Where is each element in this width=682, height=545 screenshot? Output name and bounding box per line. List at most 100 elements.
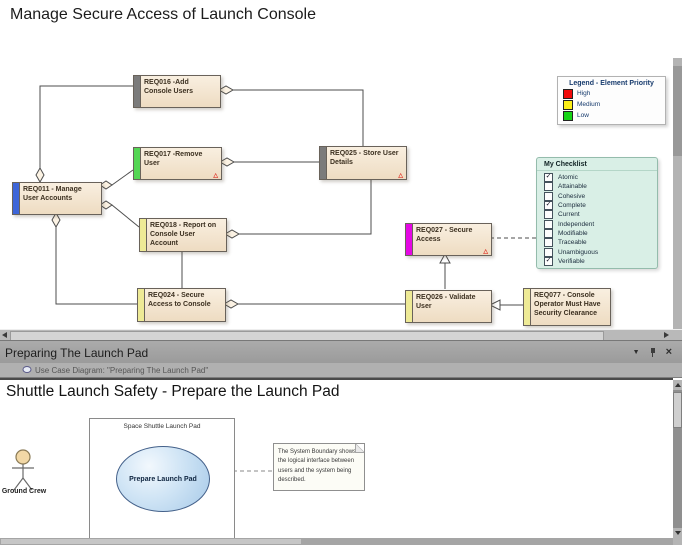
checklist-item: Traceable [544, 238, 657, 247]
note-element[interactable]: The System Boundary shows the logical in… [273, 443, 365, 491]
aggregation-diamond-icon [52, 213, 60, 227]
connector-line [233, 90, 363, 146]
legend-item: High [563, 89, 665, 98]
connector-req025-req016[interactable] [219, 86, 363, 146]
requirement-req018[interactable]: REQ018 - Report on Console User Account [139, 218, 227, 252]
scrollbar-corner [673, 538, 682, 545]
connector-line [239, 178, 371, 234]
scroll-up-arrow-icon[interactable] [673, 380, 682, 390]
connector-req024-req011[interactable] [52, 213, 137, 304]
scrollbar-thumb[interactable] [673, 392, 682, 428]
connector-req016-req011[interactable] [36, 86, 135, 182]
connector-req025-req017[interactable] [220, 158, 319, 166]
priority-color-bar [320, 147, 327, 179]
checklist-item-label: Current [558, 211, 580, 218]
use-case-ellipse[interactable]: Prepare Launch Pad [116, 446, 210, 512]
requirement-req026[interactable]: REQ026 - Validate User [405, 290, 492, 323]
warning-triangle-icon: △ [398, 172, 403, 179]
checklist-item-label: Complete [558, 202, 586, 209]
connector-line [56, 227, 137, 304]
scrollbar-thumb[interactable] [673, 66, 682, 156]
pin-icon[interactable] [649, 348, 657, 358]
breadcrumb-text: Use Case Diagram: "Preparing The Launch … [35, 366, 208, 375]
aggregation-diamond-icon [225, 230, 239, 238]
priority-color-bar [406, 291, 413, 322]
my-checklist-panel[interactable]: My Checklist ✓AtomicAttainableCohesive✓C… [536, 157, 658, 269]
top-vertical-scrollbar[interactable] [673, 58, 682, 329]
checked-checkbox[interactable]: ✓ [544, 201, 553, 210]
checklist-item-label: Cohesive [558, 193, 585, 200]
requirement-label: REQ027 - Secure Access [413, 224, 491, 255]
requirement-req017[interactable]: REQ017 -Remove User△ [133, 147, 222, 180]
unchecked-checkbox[interactable] [544, 210, 553, 219]
unchecked-checkbox[interactable] [544, 220, 553, 229]
scroll-left-arrow-icon[interactable] [2, 332, 7, 338]
chevron-down-icon[interactable]: ▼ [633, 349, 640, 356]
legend-color-swatch [563, 89, 573, 99]
checked-checkbox[interactable]: ✓ [544, 257, 553, 266]
priority-legend[interactable]: Legend - Element Priority High Medium Low [557, 76, 666, 125]
connector-req018-req011[interactable] [100, 201, 139, 227]
warning-triangle-icon: △ [213, 172, 218, 179]
connector-req017-req011[interactable] [100, 170, 133, 189]
unchecked-checkbox[interactable] [544, 238, 553, 247]
note-text: The System Boundary shows the logical in… [274, 444, 364, 485]
connector-req077-req026-generalization[interactable] [490, 300, 523, 310]
requirement-label: REQ025 - Store User Details [327, 147, 406, 179]
bottom-horizontal-scrollbar[interactable] [0, 538, 682, 545]
scroll-right-arrow-icon[interactable] [664, 332, 669, 338]
checklist-item-label: Independent [558, 221, 594, 228]
scrollbar-thumb[interactable] [1, 539, 301, 544]
breadcrumb: Use Case Diagram: "Preparing The Launch … [0, 363, 682, 378]
actor-head [16, 450, 30, 464]
aggregation-diamond-icon [220, 158, 234, 166]
checklist-item-label: Modifiable [558, 230, 588, 237]
checklist-item: Unambiguous [544, 247, 657, 256]
requirement-label: REQ077 - Console Operator Must Have Secu… [531, 289, 610, 325]
priority-color-bar [140, 219, 147, 251]
connector-req026-req024[interactable] [224, 300, 405, 308]
connector-line [112, 170, 133, 185]
scroll-down-arrow-icon[interactable] [673, 528, 682, 538]
application-window: Manage Secure Access of Launch Console [0, 0, 682, 545]
legend-item: Low [563, 111, 665, 120]
unchecked-checkbox[interactable] [544, 182, 553, 191]
priority-color-bar [13, 183, 20, 214]
connector-req026-req027-generalization[interactable] [440, 254, 450, 289]
bottom-diagram-title: Shuttle Launch Safety - Prepare the Laun… [6, 383, 339, 401]
requirement-req024[interactable]: REQ024 - Secure Access to Console [137, 288, 226, 322]
checklist-title: My Checklist [537, 158, 657, 171]
requirement-req077[interactable]: REQ077 - Console Operator Must Have Secu… [523, 288, 611, 326]
checked-checkbox[interactable]: ✓ [544, 173, 553, 182]
close-icon[interactable]: × [666, 347, 672, 358]
priority-color-bar [524, 289, 531, 325]
checklist-item-label: Attainable [558, 183, 587, 190]
system-boundary[interactable]: Space Shuttle Launch Pad Prepare Launch … [89, 418, 235, 541]
use-case-diagram-canvas[interactable]: Shuttle Launch Safety - Prepare the Laun… [0, 378, 673, 540]
legend-title: Legend - Element Priority [558, 80, 665, 87]
unchecked-checkbox[interactable] [544, 248, 553, 257]
connector-req025-req018[interactable] [225, 178, 371, 238]
legend-item-label: High [577, 90, 590, 97]
requirement-req011[interactable]: REQ011 - Manage User Accounts [12, 182, 102, 215]
pane-title: Preparing The Launch Pad [0, 346, 633, 360]
connector-line [112, 205, 139, 227]
legend-item: Medium [563, 100, 665, 109]
actor-figure[interactable] [12, 450, 34, 490]
requirement-req025[interactable]: REQ025 - Store User Details△ [319, 146, 407, 180]
use-case-diagram-icon [22, 361, 32, 379]
requirement-req016[interactable]: REQ016 -Add Console Users [133, 75, 221, 108]
checklist-item: ✓Verifiable [544, 257, 657, 266]
unchecked-checkbox[interactable] [544, 192, 553, 201]
boundary-label: Space Shuttle Launch Pad [90, 419, 234, 430]
unchecked-checkbox[interactable] [544, 229, 553, 238]
requirement-req027[interactable]: REQ027 - Secure Access△ [405, 223, 492, 256]
checklist-item: Independent [544, 219, 657, 228]
checklist-item: ✓ Complete [544, 201, 657, 210]
requirement-label: REQ011 - Manage User Accounts [20, 183, 101, 214]
bottom-vertical-scrollbar[interactable] [673, 380, 682, 538]
checklist-item: Current [544, 210, 657, 219]
requirements-diagram-canvas[interactable]: Manage Secure Access of Launch Console [0, 0, 673, 329]
pane-titlebar: Preparing The Launch Pad ▼ × [0, 340, 682, 364]
requirement-label: REQ018 - Report on Console User Account [147, 219, 226, 251]
